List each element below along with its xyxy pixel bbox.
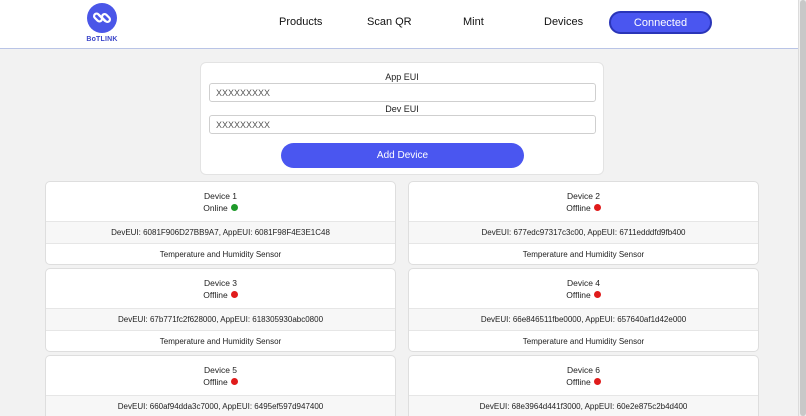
device-eui-info: DevEUI: 660af94dda3c7000, AppEUI: 6495ef… [46, 396, 395, 416]
device-type: Temperature and Humidity Sensor [522, 250, 645, 259]
nav-scan-qr[interactable]: Scan QR [367, 16, 412, 28]
device-header: Device 3 Offline [46, 269, 395, 309]
device-status-text: Offline [566, 202, 591, 213]
connected-button[interactable]: Connected [609, 11, 712, 34]
device-card[interactable]: Device 3 Offline DevEUI: 67b771fc2f62800… [45, 268, 396, 352]
add-device-form: App EUI Dev EUI Add Device [200, 62, 604, 175]
offline-dot-icon [593, 291, 601, 298]
botlink-logo[interactable]: BoTLINK [83, 3, 121, 45]
device-header: Device 6 Offline [409, 356, 758, 396]
device-header: Device 5 Offline [46, 356, 395, 396]
device-status-text: Offline [203, 289, 228, 300]
device-eui-info: DevEUI: 68e3964d441f3000, AppEUI: 60e2e8… [409, 396, 758, 416]
device-card[interactable]: Device 1 Online DevEUI: 6081F906D27BB9A7… [45, 181, 396, 265]
device-type: Temperature and Humidity Sensor [159, 337, 282, 346]
online-dot-icon [230, 204, 238, 211]
device-status-text: Offline [203, 376, 228, 387]
device-card[interactable]: Device 2 Offline DevEUI: 677edc97317c3c0… [408, 181, 759, 265]
device-header: Device 2 Offline [409, 182, 758, 222]
device-eui-info: DevEUI: 677edc97317c3c00, AppEUI: 6711ed… [409, 222, 758, 244]
nav-products[interactable]: Products [279, 16, 322, 28]
device-eui-info: DevEUI: 6081F906D27BB9A7, AppEUI: 6081F9… [46, 222, 395, 244]
page-scrollbar[interactable] [798, 0, 806, 416]
offline-dot-icon [230, 378, 238, 385]
device-status: Offline [566, 289, 601, 301]
device-name: Device 4 [566, 277, 601, 288]
device-name: Device 6 [566, 364, 601, 375]
nav-devices[interactable]: Devices [544, 16, 583, 28]
device-eui-info: DevEUI: 66e846511fbe0000, AppEUI: 657640… [409, 309, 758, 331]
device-type: Temperature and Humidity Sensor [522, 337, 645, 346]
device-card[interactable]: Device 5 Offline DevEUI: 660af94dda3c700… [45, 355, 396, 416]
scrollbar-thumb[interactable] [800, 0, 806, 416]
logo-text: BoTLINK [86, 36, 118, 43]
app-eui-input[interactable] [209, 83, 596, 102]
add-device-button[interactable]: Add Device [281, 143, 524, 168]
device-status: Offline [566, 202, 601, 214]
offline-dot-icon [230, 291, 238, 298]
device-name: Device 2 [566, 190, 601, 201]
device-header: Device 4 Offline [409, 269, 758, 309]
chain-link-icon [87, 3, 117, 33]
nav-mint[interactable]: Mint [463, 16, 484, 28]
device-eui-info: DevEUI: 67b771fc2f628000, AppEUI: 618305… [46, 309, 395, 331]
device-name: Device 3 [203, 277, 238, 288]
device-status-text: Offline [566, 376, 591, 387]
top-navbar: BoTLINK Products Scan QR Mint Devices Co… [0, 0, 798, 49]
device-status-text: Offline [566, 289, 591, 300]
device-card[interactable]: Device 4 Offline DevEUI: 66e846511fbe000… [408, 268, 759, 352]
device-status: Offline [566, 376, 601, 388]
device-header: Device 1 Online [46, 182, 395, 222]
device-card[interactable]: Device 6 Offline DevEUI: 68e3964d441f300… [408, 355, 759, 416]
offline-dot-icon [593, 204, 601, 211]
device-status: Offline [203, 289, 238, 301]
device-status-text: Online [203, 202, 228, 213]
device-status: Offline [203, 376, 238, 388]
dev-eui-input[interactable] [209, 115, 596, 134]
device-name: Device 1 [203, 190, 238, 201]
device-type: Temperature and Humidity Sensor [159, 250, 282, 259]
dev-eui-label: Dev EUI [385, 104, 419, 114]
device-status: Online [203, 202, 238, 214]
app-eui-label: App EUI [385, 72, 419, 82]
offline-dot-icon [593, 378, 601, 385]
device-name: Device 5 [203, 364, 238, 375]
